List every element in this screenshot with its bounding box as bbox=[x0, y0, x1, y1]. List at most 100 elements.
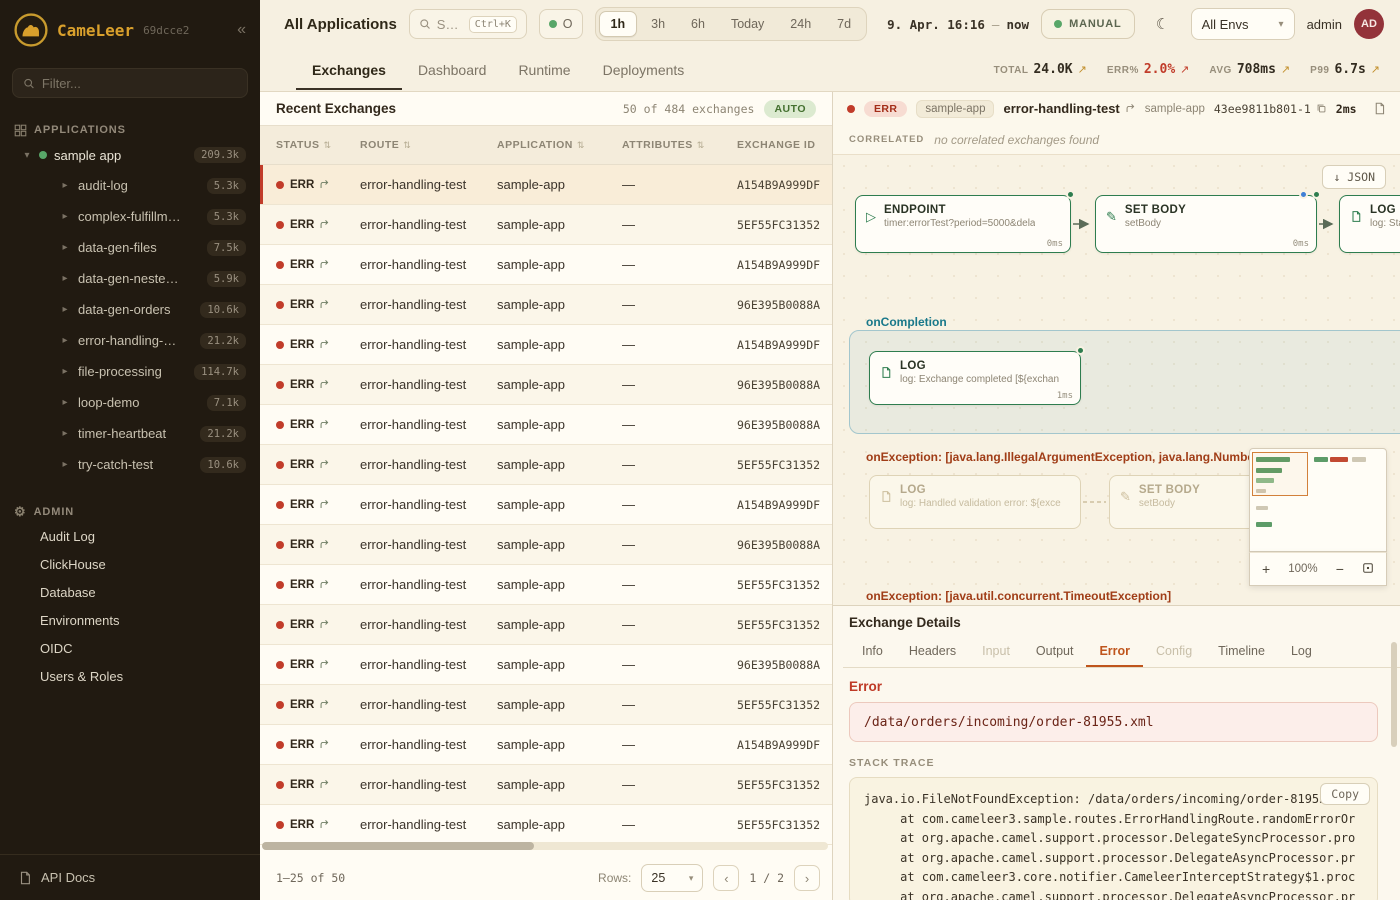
sidebar-route-file-processing[interactable]: ▸file-processing114.7k bbox=[0, 356, 260, 387]
detail-tab-info[interactable]: Info bbox=[849, 638, 896, 667]
flow-node-completion-log[interactable]: LOG log: Exchange completed [${exchan 1m… bbox=[869, 351, 1081, 405]
application-chip[interactable]: sample-app bbox=[916, 100, 994, 118]
sidebar-route-error-handling[interactable]: ▸error-handling-…21.2k bbox=[0, 325, 260, 356]
exchange-row[interactable]: ERRerror-handling-testsample-app—5EF55FC… bbox=[260, 685, 832, 725]
horizontal-scrollbar[interactable] bbox=[262, 842, 828, 850]
time-range-3h[interactable]: 3h bbox=[639, 11, 677, 37]
sidebar-route-timer-heartbeat[interactable]: ▸timer-heartbeat21.2k bbox=[0, 418, 260, 449]
flow-node-setbody[interactable]: ✎ SET BODY setBody 0ms bbox=[1095, 195, 1317, 253]
download-json-button[interactable]: ↓ JSON bbox=[1322, 165, 1386, 189]
dark-mode-toggle[interactable]: ☾ bbox=[1147, 9, 1179, 39]
copy-icon[interactable] bbox=[1316, 103, 1327, 114]
global-search[interactable]: Ctrl+K bbox=[409, 9, 527, 39]
exchange-row[interactable]: ERRerror-handling-testsample-app—96E395B… bbox=[260, 525, 832, 565]
sidebar-item-sample-app[interactable]: ▾ sample app 209.3k bbox=[0, 140, 260, 170]
sidebar-route-data-gen-files[interactable]: ▸data-gen-files7.5k bbox=[0, 232, 260, 263]
tab-exchanges[interactable]: Exchanges bbox=[296, 50, 402, 90]
sidebar-route-loop-demo[interactable]: ▸loop-demo7.1k bbox=[0, 387, 260, 418]
sidebar-filter[interactable] bbox=[12, 68, 248, 98]
sidebar-item-database[interactable]: Database bbox=[0, 578, 260, 606]
column-status[interactable]: STATUS⇅ bbox=[276, 139, 360, 151]
detail-tab-log[interactable]: Log bbox=[1278, 638, 1325, 667]
flow-node-exception-log[interactable]: LOG log: Handled validation error: ${exc… bbox=[869, 475, 1081, 529]
exchange-id[interactable]: 43ee9811b801-1 bbox=[1214, 102, 1327, 116]
tab-dashboard[interactable]: Dashboard bbox=[402, 50, 503, 90]
flow-minimap[interactable] bbox=[1249, 448, 1387, 552]
tab-runtime[interactable]: Runtime bbox=[502, 50, 586, 90]
sidebar-route-data-gen-orders[interactable]: ▸data-gen-orders10.6k bbox=[0, 294, 260, 325]
detail-tab-output[interactable]: Output bbox=[1023, 638, 1087, 667]
api-docs-link[interactable]: API Docs bbox=[0, 854, 260, 900]
tab-deployments[interactable]: Deployments bbox=[587, 50, 701, 90]
exchange-row[interactable]: ERRerror-handling-testsample-app—5EF55FC… bbox=[260, 605, 832, 645]
exchange-row[interactable]: ERRerror-handling-testsample-app—A154B9A… bbox=[260, 245, 832, 285]
exchange-row[interactable]: ERRerror-handling-testsample-app—96E395B… bbox=[260, 365, 832, 405]
avatar[interactable]: AD bbox=[1354, 9, 1384, 39]
sidebar-item-environments[interactable]: Environments bbox=[0, 606, 260, 634]
scrollbar-thumb[interactable] bbox=[262, 842, 534, 850]
sidebar-item-clickhouse[interactable]: ClickHouse bbox=[0, 550, 260, 578]
exchange-row[interactable]: ERRerror-handling-testsample-app—A154B9A… bbox=[260, 485, 832, 525]
detail-tab-timeline[interactable]: Timeline bbox=[1205, 638, 1278, 667]
column-exchange-id[interactable]: EXCHANGE ID bbox=[737, 139, 832, 151]
route-flow-canvas[interactable]: ↓ JSON ▷ ENDPOINT timer:errorTest?period… bbox=[833, 155, 1400, 605]
environment-select[interactable]: All Envs ▾ bbox=[1191, 8, 1295, 40]
exchange-row[interactable]: ERRerror-handling-testsample-app—5EF55FC… bbox=[260, 765, 832, 805]
exchange-id-cell: 96E395B0088A bbox=[737, 538, 832, 552]
username: admin bbox=[1307, 17, 1342, 32]
sidebar-item-oidc[interactable]: OIDC bbox=[0, 634, 260, 662]
exchange-row[interactable]: ERRerror-handling-testsample-app—96E395B… bbox=[260, 645, 832, 685]
exchange-row[interactable]: ERRerror-handling-testsample-app—96E395B… bbox=[260, 285, 832, 325]
exchange-row[interactable]: ERRerror-handling-testsample-app—5EF55FC… bbox=[260, 805, 832, 845]
exchange-row[interactable]: ERRerror-handling-testsample-app—A154B9A… bbox=[260, 325, 832, 365]
time-range-7d[interactable]: 7d bbox=[825, 11, 863, 37]
minimap-viewport[interactable] bbox=[1252, 452, 1308, 496]
vertical-scrollbar[interactable] bbox=[1391, 642, 1397, 747]
exchange-row[interactable]: ERRerror-handling-testsample-app—96E395B… bbox=[260, 405, 832, 445]
column-attributes[interactable]: ATTRIBUTES⇅ bbox=[622, 139, 737, 151]
detail-tab-headers[interactable]: Headers bbox=[896, 638, 969, 667]
exchange-row[interactable]: ERRerror-handling-testsample-app—A154B9A… bbox=[260, 165, 832, 205]
sidebar-item-users-roles[interactable]: Users & Roles bbox=[0, 662, 260, 690]
exchange-row[interactable]: ERRerror-handling-testsample-app—5EF55FC… bbox=[260, 205, 832, 245]
zoom-fit-button[interactable] bbox=[1362, 561, 1374, 577]
trend-up-icon: ↗ bbox=[1078, 63, 1087, 76]
stack-trace-box[interactable]: java.io.FileNotFoundException: /data/ord… bbox=[849, 777, 1378, 900]
manual-refresh-button[interactable]: MANUAL bbox=[1041, 9, 1134, 39]
detail-tab-error[interactable]: Error bbox=[1086, 638, 1143, 667]
zoom-in-button[interactable]: + bbox=[1262, 561, 1270, 577]
route-fork-icon bbox=[319, 539, 330, 550]
payload-document-icon[interactable] bbox=[1373, 102, 1386, 115]
sidebar-route-data-gen-nested[interactable]: ▸data-gen-neste…5.9k bbox=[0, 263, 260, 294]
time-range-6h[interactable]: 6h bbox=[679, 11, 717, 37]
zoom-out-button[interactable]: − bbox=[1336, 561, 1344, 577]
route-name: data-gen-files bbox=[78, 240, 157, 255]
time-range-24h[interactable]: 24h bbox=[778, 11, 823, 37]
search-icon bbox=[419, 18, 431, 30]
sidebar-route-audit-log[interactable]: ▸audit-log5.3k bbox=[0, 170, 260, 201]
sidebar-collapse-icon[interactable]: « bbox=[237, 21, 246, 39]
time-window[interactable]: 9. Apr. 16:16 – now bbox=[887, 17, 1029, 32]
copy-stack-trace-button[interactable]: Copy bbox=[1320, 783, 1370, 805]
column-route[interactable]: ROUTE⇅ bbox=[360, 139, 497, 151]
column-application[interactable]: APPLICATION⇅ bbox=[497, 139, 622, 151]
exchange-row[interactable]: ERRerror-handling-testsample-app—5EF55FC… bbox=[260, 565, 832, 605]
route-name[interactable]: error-handling-test bbox=[1003, 101, 1135, 116]
rows-per-page-select[interactable]: 25 ▾ bbox=[641, 864, 703, 892]
errors-only-toggle[interactable]: O bbox=[539, 9, 583, 39]
next-page-button[interactable]: › bbox=[794, 865, 820, 891]
filter-input[interactable] bbox=[42, 76, 237, 91]
auto-refresh-badge[interactable]: AUTO bbox=[764, 100, 816, 118]
sidebar-route-complex-fulfillment[interactable]: ▸complex-fulfillm…5.3k bbox=[0, 201, 260, 232]
exchange-row[interactable]: ERRerror-handling-testsample-app—A154B9A… bbox=[260, 725, 832, 765]
sidebar-item-audit-log[interactable]: Audit Log bbox=[0, 522, 260, 550]
time-range-1h[interactable]: 1h bbox=[599, 11, 638, 37]
flow-node-log[interactable]: LOG log: Sta bbox=[1339, 195, 1400, 253]
flow-node-endpoint[interactable]: ▷ ENDPOINT timer:errorTest?period=5000&d… bbox=[855, 195, 1071, 253]
time-range-today[interactable]: Today bbox=[719, 11, 776, 37]
exchange-row[interactable]: ERRerror-handling-testsample-app—5EF55FC… bbox=[260, 445, 832, 485]
prev-page-button[interactable]: ‹ bbox=[713, 865, 739, 891]
sidebar-route-try-catch-test[interactable]: ▸try-catch-test10.6k bbox=[0, 449, 260, 480]
search-input[interactable] bbox=[437, 17, 463, 32]
table-header: STATUS⇅ ROUTE⇅ APPLICATION⇅ ATTRIBUTES⇅ … bbox=[260, 125, 832, 165]
